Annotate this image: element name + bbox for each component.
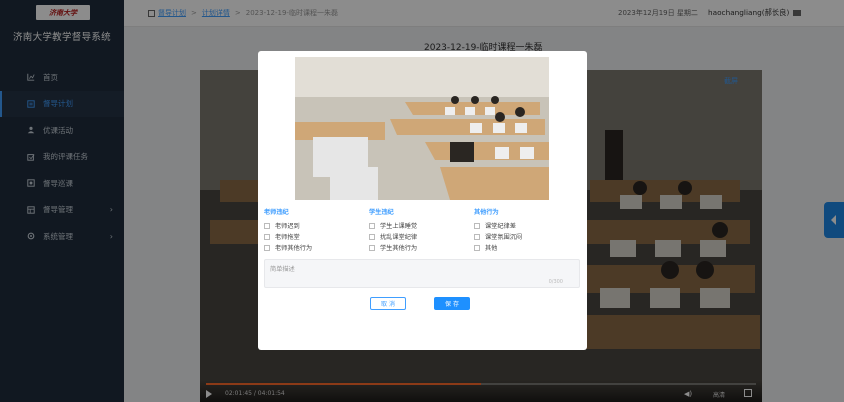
checkbox-option[interactable]: 其他 xyxy=(474,242,576,253)
checkbox-option[interactable]: 老师迟到 xyxy=(264,220,366,231)
option-label: 扰乱课堂纪律 xyxy=(380,234,418,241)
cancel-button[interactable]: 取 消 xyxy=(370,297,406,310)
checkbox[interactable] xyxy=(474,233,480,240)
checkbox[interactable] xyxy=(264,244,270,251)
option-label: 课堂纪律差 xyxy=(485,223,516,230)
checkbox-option[interactable]: 老师拖堂 xyxy=(264,231,366,242)
captured-classroom-image xyxy=(295,57,549,200)
checkbox-option[interactable]: 老师其他行为 xyxy=(264,242,366,253)
checkbox[interactable] xyxy=(474,244,480,251)
captured-screenshot xyxy=(295,57,549,200)
checkbox[interactable] xyxy=(264,233,270,240)
option-label: 老师其他行为 xyxy=(275,245,313,252)
checkbox-option[interactable]: 学生上课睡觉 xyxy=(369,220,471,231)
student-violation-group: 学生违纪 学生上课睡觉 扰乱课堂纪律 学生其他行为 xyxy=(369,207,471,253)
checkbox-option[interactable]: 扰乱课堂纪律 xyxy=(369,231,471,242)
option-label: 学生其他行为 xyxy=(380,245,418,252)
checkbox-option[interactable]: 课堂纪律差 xyxy=(474,220,576,231)
violation-record-dialog: 老师违纪 老师迟到 老师拖堂 老师其他行为 学生违纪 学生上课睡觉 扰乱课堂纪律… xyxy=(258,51,587,350)
description-placeholder: 简单描述 xyxy=(270,266,295,273)
checkbox[interactable] xyxy=(264,222,270,229)
teacher-violation-group: 老师违纪 老师迟到 老师拖堂 老师其他行为 xyxy=(264,207,366,253)
character-count: 0/300 xyxy=(548,279,563,285)
group-title: 其他行为 xyxy=(474,209,499,216)
option-label: 课堂氛围沉闷 xyxy=(485,234,523,241)
option-label: 其他 xyxy=(485,245,498,252)
checkbox[interactable] xyxy=(369,222,375,229)
checkbox[interactable] xyxy=(369,233,375,240)
option-label: 学生上课睡觉 xyxy=(380,223,418,230)
checkbox[interactable] xyxy=(474,222,480,229)
checkbox[interactable] xyxy=(369,244,375,251)
checkbox-option[interactable]: 学生其他行为 xyxy=(369,242,471,253)
option-label: 老师拖堂 xyxy=(275,234,300,241)
group-title: 老师违纪 xyxy=(264,209,289,216)
description-textarea[interactable]: 简单描述 0/300 xyxy=(264,259,580,288)
other-behavior-group: 其他行为 课堂纪律差 课堂氛围沉闷 其他 xyxy=(474,207,576,253)
checkbox-option[interactable]: 课堂氛围沉闷 xyxy=(474,231,576,242)
violation-categories: 老师违纪 老师迟到 老师拖堂 老师其他行为 学生违纪 学生上课睡觉 扰乱课堂纪律… xyxy=(264,207,581,255)
option-label: 老师迟到 xyxy=(275,223,300,230)
save-button[interactable]: 保 存 xyxy=(434,297,470,310)
group-title: 学生违纪 xyxy=(369,209,394,216)
